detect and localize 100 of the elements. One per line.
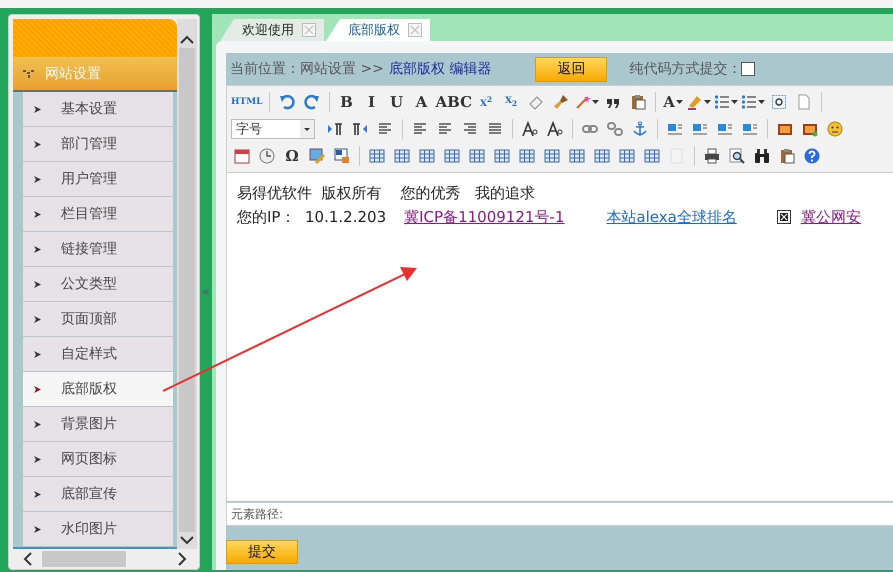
image-float-icon[interactable] [742, 121, 758, 137]
table-icon[interactable] [569, 148, 585, 164]
toolbar-button[interactable]: B [336, 91, 358, 113]
gallery-icon[interactable] [802, 121, 818, 137]
table-icon[interactable] [444, 148, 460, 164]
caret-icon[interactable] [704, 100, 712, 104]
font-larger-icon[interactable] [522, 121, 538, 137]
table-icon[interactable] [619, 148, 635, 164]
toolbar-button[interactable]: X$^{2}$ [475, 91, 498, 113]
anchor-icon[interactable] [632, 121, 648, 137]
undo-icon[interactable] [278, 94, 294, 110]
page-icon[interactable] [796, 94, 812, 110]
clock-icon[interactable] [259, 148, 275, 164]
sidebar-item[interactable]: 链接管理 [23, 232, 173, 267]
table-icon[interactable] [494, 148, 510, 164]
table-icon[interactable] [369, 148, 385, 164]
eraser-icon[interactable] [528, 94, 544, 110]
toolbar-button[interactable]: X$_{2}$ [500, 91, 522, 113]
toolbar-button[interactable]: ABC [436, 91, 472, 113]
sidebar-item-label: 底部宣传 [61, 485, 117, 503]
sidebar-item[interactable]: 栏目管理 [23, 197, 173, 232]
binoculars-icon[interactable] [754, 148, 770, 164]
smiley-icon[interactable] [827, 121, 843, 137]
chevron-right-icon[interactable] [178, 552, 187, 566]
sidebar-item[interactable]: 底部宣传 [23, 477, 173, 512]
toolbar-button[interactable]: HTML [231, 91, 262, 113]
image-icon[interactable] [777, 121, 793, 137]
sidebar-item[interactable]: 网页图标 [23, 442, 173, 477]
brush-icon[interactable] [553, 94, 570, 110]
sidebar-item[interactable]: 自定样式 [23, 337, 173, 372]
right-to-left-icon[interactable] [352, 121, 368, 137]
tab[interactable]: 底部版权 [326, 19, 430, 41]
table-icon[interactable] [469, 148, 485, 164]
caret-icon[interactable] [758, 100, 766, 104]
help-icon[interactable] [804, 148, 820, 164]
picture-edit-icon[interactable] [309, 148, 325, 164]
vertical-scrollbar[interactable] [177, 19, 197, 549]
table-icon[interactable] [544, 148, 560, 164]
calendar-icon[interactable] [234, 148, 250, 164]
bullet-icon [34, 210, 41, 218]
footer-link[interactable]: 冀ICP备11009121号-1 [404, 205, 564, 229]
chevron-up-icon[interactable] [180, 35, 194, 44]
editor-body[interactable]: 易得优软件 版权所有 您的优秀 我的追求 您的IP： 10.1.2.203 冀ICP备11009121号-1 本站alexa全球排名 冀公网安 [226, 173, 893, 501]
caret-icon[interactable] [676, 100, 683, 104]
sidebar-item[interactable]: 背景图片 [23, 407, 173, 442]
sidebar-item[interactable]: 用户管理 [23, 162, 173, 197]
bullet-list-icon[interactable] [741, 94, 758, 110]
sidebar-item-label: 网页图标 [61, 450, 117, 468]
sidebar-item-label: 部门管理 [61, 135, 117, 153]
sidebar-item[interactable]: 页面顶部 [23, 302, 173, 337]
toolbar-button[interactable]: A [410, 91, 432, 113]
sidebar-item[interactable]: 公文类型 [23, 267, 173, 302]
bullet-icon [34, 386, 41, 392]
image-float-icon[interactable] [692, 121, 708, 137]
left-to-right-icon[interactable] [327, 121, 343, 137]
toolbar-button[interactable]: I [360, 91, 382, 113]
word-document-icon[interactable] [334, 148, 350, 164]
footer-link[interactable]: 冀公网安 [800, 205, 861, 229]
bullet-icon [34, 316, 41, 322]
table-icon[interactable] [594, 148, 610, 164]
highlighter-icon[interactable] [687, 94, 704, 110]
unlink-icon[interactable] [607, 121, 623, 137]
chevron-left-icon[interactable] [23, 552, 32, 566]
sidebar-item[interactable]: 底部版权 [23, 372, 173, 407]
frame-icon[interactable] [771, 94, 788, 110]
preview-icon[interactable] [729, 148, 745, 164]
table-icon[interactable] [419, 148, 435, 164]
caret-icon[interactable] [592, 100, 600, 104]
footer-link[interactable]: 本站alexa全球排名 [606, 205, 737, 229]
caret-icon[interactable] [731, 100, 738, 104]
printer-icon[interactable] [704, 148, 720, 164]
element-path: 元素路径: [226, 502, 893, 526]
clipboard-icon[interactable] [779, 148, 795, 164]
sidebar-item[interactable]: 部门管理 [23, 127, 173, 162]
image-float-icon[interactable] [667, 121, 683, 137]
paste-icon[interactable] [630, 94, 646, 110]
font-size-select[interactable]: 字号 [231, 119, 315, 139]
submit-button[interactable]: 提交 [226, 540, 298, 564]
image-float-icon[interactable] [717, 121, 733, 137]
sidebar-item-label: 链接管理 [61, 240, 117, 258]
font-smaller-icon[interactable] [547, 121, 563, 137]
redo-icon[interactable] [304, 94, 320, 110]
bullet-icon [34, 176, 41, 182]
table-icon[interactable] [644, 148, 660, 164]
sidebar-item[interactable]: 基本设置 [23, 92, 173, 127]
tab[interactable]: 欢迎使用 [220, 19, 324, 41]
toolbar-button[interactable]: A [662, 91, 684, 113]
code-mode-checkbox[interactable] [741, 62, 756, 76]
back-button[interactable]: 返回 [535, 56, 608, 82]
chevron-down-icon[interactable] [180, 536, 194, 545]
sidebar-item-label: 水印图片 [61, 520, 117, 538]
copyright-text: 易得优软件 版权所有 您的优秀 我的追求 [237, 183, 535, 204]
table-icon[interactable] [394, 148, 410, 164]
table-icon[interactable] [519, 148, 535, 164]
toolbar-button[interactable]: Ω [281, 145, 303, 167]
bullet-icon [34, 526, 41, 532]
sidebar-item[interactable]: 水印图片 [23, 512, 173, 547]
toolbar-button[interactable]: U [386, 91, 408, 113]
sidebar-item-label: 栏目管理 [61, 205, 117, 223]
numbered-list-icon[interactable] [714, 94, 730, 110]
